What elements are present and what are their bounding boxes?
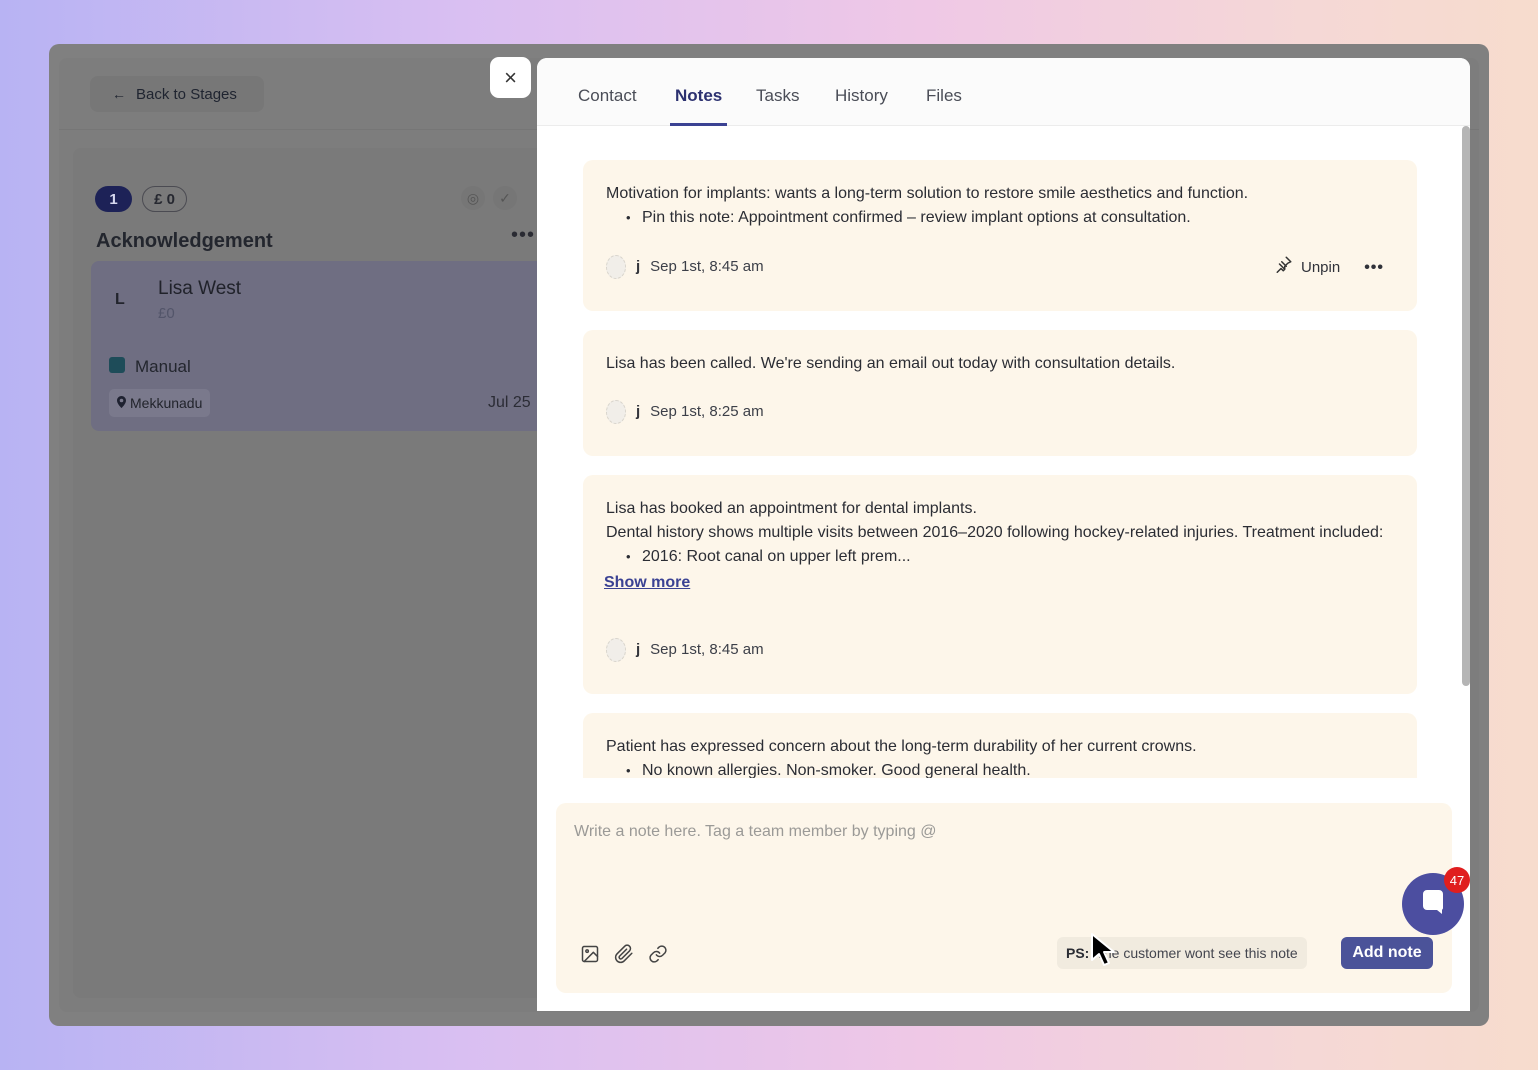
close-icon: × [504, 64, 517, 90]
note-bullet: Pin this note: Appointment confirmed – r… [626, 206, 1394, 230]
tab-tasks[interactable]: Tasks [756, 86, 799, 126]
deal-location-badge: Mekkunadu [109, 389, 211, 417]
note-text-line: Dental history shows multiple visits bet… [606, 524, 1384, 541]
author-avatar [606, 638, 626, 662]
stage-more-icon[interactable]: ••• [511, 224, 535, 247]
deal-avatar: L [115, 291, 125, 308]
add-note-button[interactable]: Add note [1341, 937, 1433, 969]
note-actions: Unpin ••• [1275, 255, 1384, 281]
note-bullet: 2016: Root canal on upper left prem... [626, 545, 1394, 569]
paperclip-icon[interactable] [612, 942, 636, 966]
deal-name: Lisa West [158, 278, 242, 299]
stage-title: Acknowledgement [96, 230, 273, 252]
chat-unread-badge: 47 [1444, 867, 1470, 893]
tab-contact[interactable]: Contact [578, 86, 637, 126]
stage-count-badge: 1 [95, 186, 132, 212]
note-author: j [636, 641, 641, 658]
unpin-label: Unpin [1300, 259, 1341, 276]
note-text-line: Lisa has booked an appointment for denta… [606, 500, 977, 517]
back-to-stages-button[interactable]: ← Back to Stages [90, 76, 264, 112]
notes-list[interactable]: Motivation for implants: wants a long-te… [537, 126, 1463, 778]
note-bullet: No known allergies. Non-smoker. Good gen… [626, 759, 1394, 778]
check-circle-icon[interactable]: ✓ [493, 186, 517, 210]
note-card: Lisa has booked an appointment for denta… [583, 475, 1417, 694]
location-pin-icon [117, 395, 126, 411]
note-card: Lisa has been called. We're sending an e… [583, 330, 1417, 456]
link-icon[interactable] [646, 942, 670, 966]
note-text: Motivation for implants: wants a long-te… [606, 185, 1249, 202]
note-card: Patient has expressed concern about the … [583, 713, 1417, 778]
stage-column: 1 £ 0 ◎ ✓ Acknowledgement ••• L Lisa Wes… [73, 148, 593, 998]
note-more-icon[interactable]: ••• [1364, 256, 1384, 280]
unpin-button[interactable]: Unpin [1275, 255, 1340, 281]
source-icon [109, 357, 125, 373]
note-meta: j Sep 1st, 8:45 am [606, 638, 764, 662]
note-timestamp: Sep 1st, 8:25 am [650, 403, 764, 420]
tab-notes[interactable]: Notes [670, 86, 728, 126]
tab-history[interactable]: History [835, 86, 888, 126]
note-timestamp: Sep 1st, 8:45 am [650, 641, 764, 658]
note-composer: PS: The customer wont see this note Add … [556, 803, 1452, 993]
deal-source: Manual [135, 357, 191, 376]
target-icon[interactable]: ◎ [461, 186, 485, 210]
pin-icon [1275, 255, 1293, 281]
author-avatar [606, 255, 626, 279]
stage-value-badge: £ 0 [142, 186, 187, 212]
chat-icon [1418, 887, 1448, 922]
drawer-tabs: Contact Notes Tasks History Files [537, 58, 1470, 126]
notes-scrollbar[interactable] [1462, 126, 1470, 686]
show-more-link[interactable]: Show more [604, 571, 690, 595]
note-card: Motivation for implants: wants a long-te… [583, 160, 1417, 311]
note-author: j [636, 403, 641, 420]
image-icon[interactable] [578, 942, 602, 966]
contact-drawer: Contact Notes Tasks History Files Motiva… [537, 58, 1470, 1011]
note-input[interactable] [574, 823, 1434, 923]
arrow-left-icon: ← [112, 86, 126, 102]
mouse-cursor-icon [1090, 932, 1120, 973]
tab-files[interactable]: Files [926, 86, 962, 126]
back-to-stages-label: Back to Stages [136, 85, 237, 103]
note-text: Patient has expressed concern about the … [606, 738, 1197, 755]
ps-text: The customer wont see this note [1095, 945, 1298, 961]
ps-label: PS: [1066, 945, 1090, 961]
close-drawer-button[interactable]: × [490, 57, 531, 98]
note-text: Lisa has been called. We're sending an e… [606, 355, 1176, 372]
deal-location: Mekkunadu [130, 395, 203, 411]
note-meta: j Sep 1st, 8:25 am [606, 400, 764, 424]
note-meta: j Sep 1st, 8:45 am [606, 255, 764, 279]
note-author: j [636, 258, 641, 275]
deal-date: Jul 25 [488, 394, 531, 411]
deal-card[interactable]: L Lisa West £0 Manual Mekkunadu Jul 25 [91, 261, 571, 431]
deal-amount: £0 [158, 305, 175, 322]
author-avatar [606, 400, 626, 424]
note-timestamp: Sep 1st, 8:45 am [650, 258, 764, 275]
